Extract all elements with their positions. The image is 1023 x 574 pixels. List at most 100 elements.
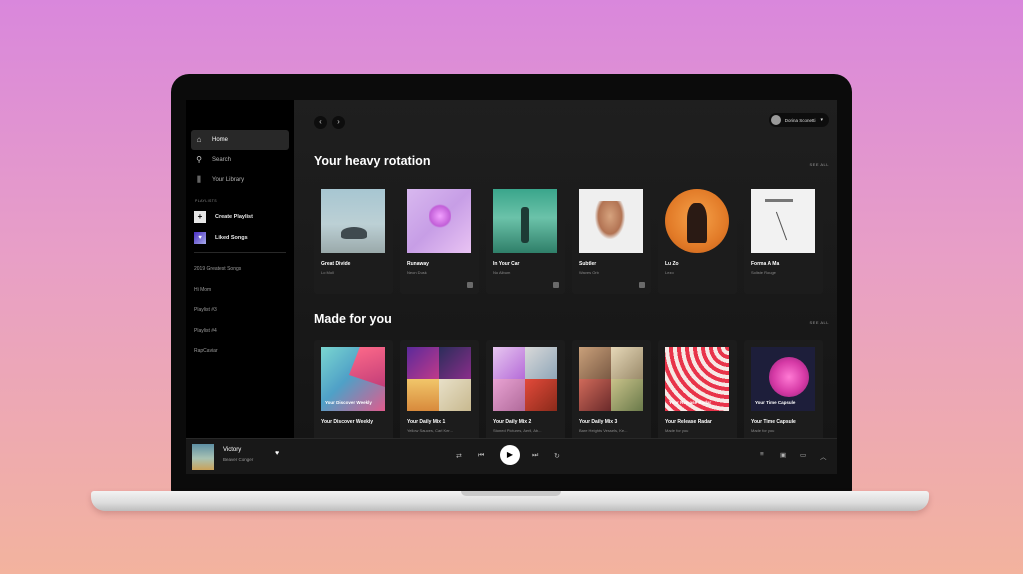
card-subtitle: Made for you [751, 428, 775, 433]
sidebar-item-home[interactable]: ⌂ Home [191, 130, 289, 150]
devices-icon[interactable]: ▣ [780, 451, 786, 459]
card-title: In Your Car [493, 261, 520, 267]
card-title: Your Discover Weekly [321, 419, 374, 425]
laptop-frame: ⌂ Home ⚲ Search ⫼ Your Library PLAYLISTS… [171, 74, 852, 494]
section-title-made-for-you: Made for you [314, 312, 392, 326]
sidebar-item-label: Home [212, 137, 229, 143]
playlist-art [579, 347, 643, 411]
section-title-heavy-rotation: Your heavy rotation [314, 154, 431, 168]
playlist-item[interactable]: Playlist #3 [186, 300, 294, 321]
album-art [579, 189, 643, 253]
heart-icon[interactable]: ♥ [275, 450, 279, 457]
playlist-art-label: Your Discover Weekly [325, 400, 372, 405]
album-card[interactable]: Forma A Ma Soliste Rouge [744, 182, 823, 294]
card-subtitle: Lezo [665, 270, 674, 275]
back-button[interactable]: ‹ [314, 116, 327, 129]
playlist-item[interactable]: Playlist #4 [186, 321, 294, 342]
next-icon[interactable]: ⏭ [532, 452, 538, 460]
card-title: Your Daily Mix 1 [407, 419, 446, 425]
create-playlist-button[interactable]: + Create Playlist [186, 206, 294, 227]
shuffle-icon[interactable]: ⇄ [456, 452, 462, 460]
chevron-down-icon: ▾ [820, 117, 823, 123]
playlist-card[interactable]: Your Daily Mix 3 Bare Heights Vessels, K… [572, 340, 651, 452]
card-subtitle: Waves Orb [579, 270, 599, 275]
volume-icon[interactable]: ▭ [800, 451, 806, 459]
sidebar-item-label: Search [212, 157, 232, 163]
card-subtitle: Lo Moll [321, 270, 334, 275]
heavy-rotation-row: Great Divide Lo Moll Runaway Neon Dusk I… [314, 182, 830, 294]
card-title: Lu Zo [665, 261, 679, 267]
card-subtitle: Yellow Sauces, Carl Ker... [407, 428, 453, 433]
plus-icon: + [194, 210, 206, 223]
playlist-art [493, 347, 557, 411]
download-badge-icon [467, 282, 473, 288]
playlist-art: Your Discover Weekly [321, 347, 385, 411]
album-card[interactable]: Lu Zo Lezo [658, 182, 737, 294]
card-title: Runaway [407, 261, 429, 267]
album-card[interactable]: Runaway Neon Dusk [400, 182, 479, 294]
playlist-card[interactable]: Your Time Capsule Your Time Capsule Made… [744, 340, 823, 452]
laptop-notch [461, 491, 561, 496]
playlist-art [407, 347, 471, 411]
play-button[interactable]: ▶ [500, 445, 520, 465]
playlist-item[interactable]: Hi Mom [186, 280, 294, 301]
card-subtitle: No Album [493, 270, 511, 275]
playlist-art-label: Your Release Radar [669, 400, 712, 405]
sidebar-item-label: Your Library [212, 177, 245, 183]
previous-icon[interactable]: ⏮ [478, 452, 484, 460]
user-menu-button[interactable]: Dorina Sconetti ▾ [768, 113, 829, 127]
app-window: ⌂ Home ⚲ Search ⫼ Your Library PLAYLISTS… [186, 100, 837, 474]
player-bar: Victory Beaver Conger ♥ ⇄ ⏮ ▶ ⏭ ↻ ≡ ▣ ▭ … [186, 438, 837, 474]
sidebar: ⌂ Home ⚲ Search ⫼ Your Library PLAYLISTS… [186, 100, 294, 438]
card-title: Your Daily Mix 2 [493, 419, 532, 425]
user-name: Dorina Sconetti [784, 117, 816, 123]
main-content: ‹ › Dorina Sconetti ▾ Your heavy rotatio… [294, 100, 837, 452]
playlist-card[interactable]: Your Release Radar Your Release Radar Ma… [658, 340, 737, 452]
card-subtitle: Soliste Rouge [751, 270, 776, 275]
library-icon: ⫼ [197, 175, 201, 184]
now-playing-title[interactable]: Victory [223, 447, 241, 453]
sidebar-item-library[interactable]: ⫼ Your Library [191, 170, 289, 190]
playlists-heading: PLAYLISTS [195, 199, 218, 203]
card-title: Subtler [579, 261, 597, 267]
now-playing-art[interactable] [192, 444, 214, 470]
liked-songs-label: Liked Songs [215, 234, 248, 241]
queue-icon[interactable]: ≡ [760, 451, 764, 458]
sidebar-divider [194, 252, 286, 253]
now-playing-artist[interactable]: Beaver Conger [223, 457, 253, 462]
playlist-art-label: Your Time Capsule [755, 400, 796, 405]
heart-icon: ♥ [194, 231, 206, 244]
album-card[interactable]: Subtler Waves Orb [572, 182, 651, 294]
see-all-link[interactable]: SEE ALL [809, 162, 829, 167]
album-card[interactable]: In Your Car No Album [486, 182, 565, 294]
playlist-card[interactable]: Your Discover Weekly Your Discover Weekl… [314, 340, 393, 452]
album-art [493, 189, 557, 253]
playlist-art: Your Time Capsule [751, 347, 815, 411]
top-bar: ‹ › Dorina Sconetti ▾ [294, 100, 837, 140]
album-card[interactable]: Great Divide Lo Moll [314, 182, 393, 294]
sidebar-item-search[interactable]: ⚲ Search [191, 150, 289, 170]
repeat-icon[interactable]: ↻ [554, 452, 560, 460]
card-subtitle: Bare Heights Vessels, Ke... [579, 428, 628, 433]
playlist-item[interactable]: 2019 Greatest Songs [186, 259, 294, 280]
card-title: Great Divide [321, 261, 351, 267]
expand-icon[interactable]: ︿ [820, 451, 827, 461]
liked-songs-button[interactable]: ♥ Liked Songs [186, 227, 294, 248]
album-art [751, 189, 815, 253]
card-subtitle: Stoned Pictures, Aeril, Ab... [493, 428, 542, 433]
card-subtitle: Neon Dusk [407, 270, 427, 275]
playlist-card[interactable]: Your Daily Mix 2 Stoned Pictures, Aeril,… [486, 340, 565, 452]
playlist-art: Your Release Radar [665, 347, 729, 411]
avatar [770, 115, 781, 125]
playlist-card[interactable]: Your Daily Mix 1 Yellow Sauces, Carl Ker… [400, 340, 479, 452]
card-title: Your Time Capsule [751, 419, 796, 425]
create-playlist-label: Create Playlist [215, 213, 253, 220]
album-art [321, 189, 385, 253]
forward-button[interactable]: › [332, 116, 345, 129]
card-subtitle: Made for you [665, 428, 689, 433]
album-art [665, 189, 729, 253]
playlist-item[interactable]: RapCaviar [186, 341, 294, 362]
card-title: Your Release Radar [665, 419, 712, 425]
made-for-you-row: Your Discover Weekly Your Discover Weekl… [314, 340, 830, 452]
see-all-link[interactable]: SEE ALL [809, 320, 829, 325]
